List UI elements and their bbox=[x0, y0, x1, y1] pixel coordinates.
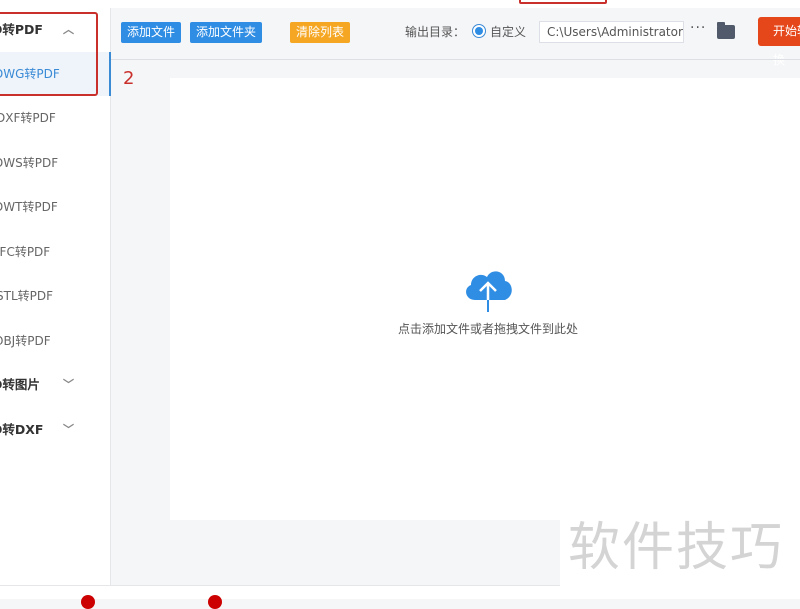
status-dot-icon bbox=[81, 595, 95, 609]
top-strip bbox=[0, 0, 800, 8]
add-file-button[interactable]: 添加文件 bbox=[121, 22, 182, 43]
bottom-bar bbox=[0, 585, 560, 609]
folder-icon[interactable] bbox=[717, 22, 735, 39]
item-label: IFC转PDF bbox=[0, 245, 51, 259]
chevron-down-icon: ﹀ bbox=[63, 378, 74, 391]
annotation-box-top bbox=[519, 0, 607, 4]
sidebar-group-to-dxf[interactable]: D转DXF ﹀ bbox=[0, 408, 102, 452]
item-label: DXF转PDF bbox=[0, 111, 56, 125]
sidebar-item-stl-pdf[interactable]: STL转PDF bbox=[0, 274, 110, 318]
drop-hint: 点击添加文件或者拖拽文件到此处 bbox=[397, 322, 578, 336]
sidebar-item-obj-pdf[interactable]: OBJ转PDF bbox=[0, 319, 110, 363]
sidebar-group-to-image[interactable]: D转图片 ﹀ bbox=[0, 363, 102, 407]
sidebar-item-dws-pdf[interactable]: DWS转PDF bbox=[0, 141, 110, 185]
item-label: DWS转PDF bbox=[0, 156, 59, 170]
toolbar-divider bbox=[111, 59, 800, 60]
item-label: OBJ转PDF bbox=[0, 334, 51, 348]
clear-list-button[interactable]: 清除列表 bbox=[290, 22, 351, 43]
output-path-input[interactable]: C:\Users\Administrator\ bbox=[539, 21, 684, 43]
item-label: DWT转PDF bbox=[0, 200, 58, 214]
custom-label: 自定义 bbox=[490, 25, 527, 39]
output-dir-label: 输出目录： bbox=[405, 25, 466, 39]
sidebar-item-dxf-pdf[interactable]: DXF转PDF bbox=[0, 96, 110, 140]
annotation-step-number: 2 bbox=[123, 68, 135, 89]
item-label: STL转PDF bbox=[0, 289, 54, 303]
more-button[interactable]: ··· bbox=[690, 20, 706, 36]
group-label: D转图片 bbox=[0, 377, 40, 392]
start-convert-button[interactable]: 开始转换 bbox=[758, 17, 800, 67]
sidebar-item-dwt-pdf[interactable]: DWT转PDF bbox=[0, 185, 110, 229]
cloud-upload-icon bbox=[466, 271, 512, 312]
sidebar-item-ifc-pdf[interactable]: IFC转PDF bbox=[0, 230, 110, 274]
add-folder-button[interactable]: 添加文件夹 bbox=[190, 22, 263, 43]
chevron-down-icon: ﹀ bbox=[63, 423, 74, 436]
status-dot-icon bbox=[208, 595, 222, 609]
annotation-box-sidebar bbox=[0, 12, 98, 96]
watermark: 软件技巧 bbox=[568, 518, 785, 578]
custom-radio[interactable] bbox=[472, 24, 486, 38]
group-label: D转DXF bbox=[0, 422, 44, 437]
